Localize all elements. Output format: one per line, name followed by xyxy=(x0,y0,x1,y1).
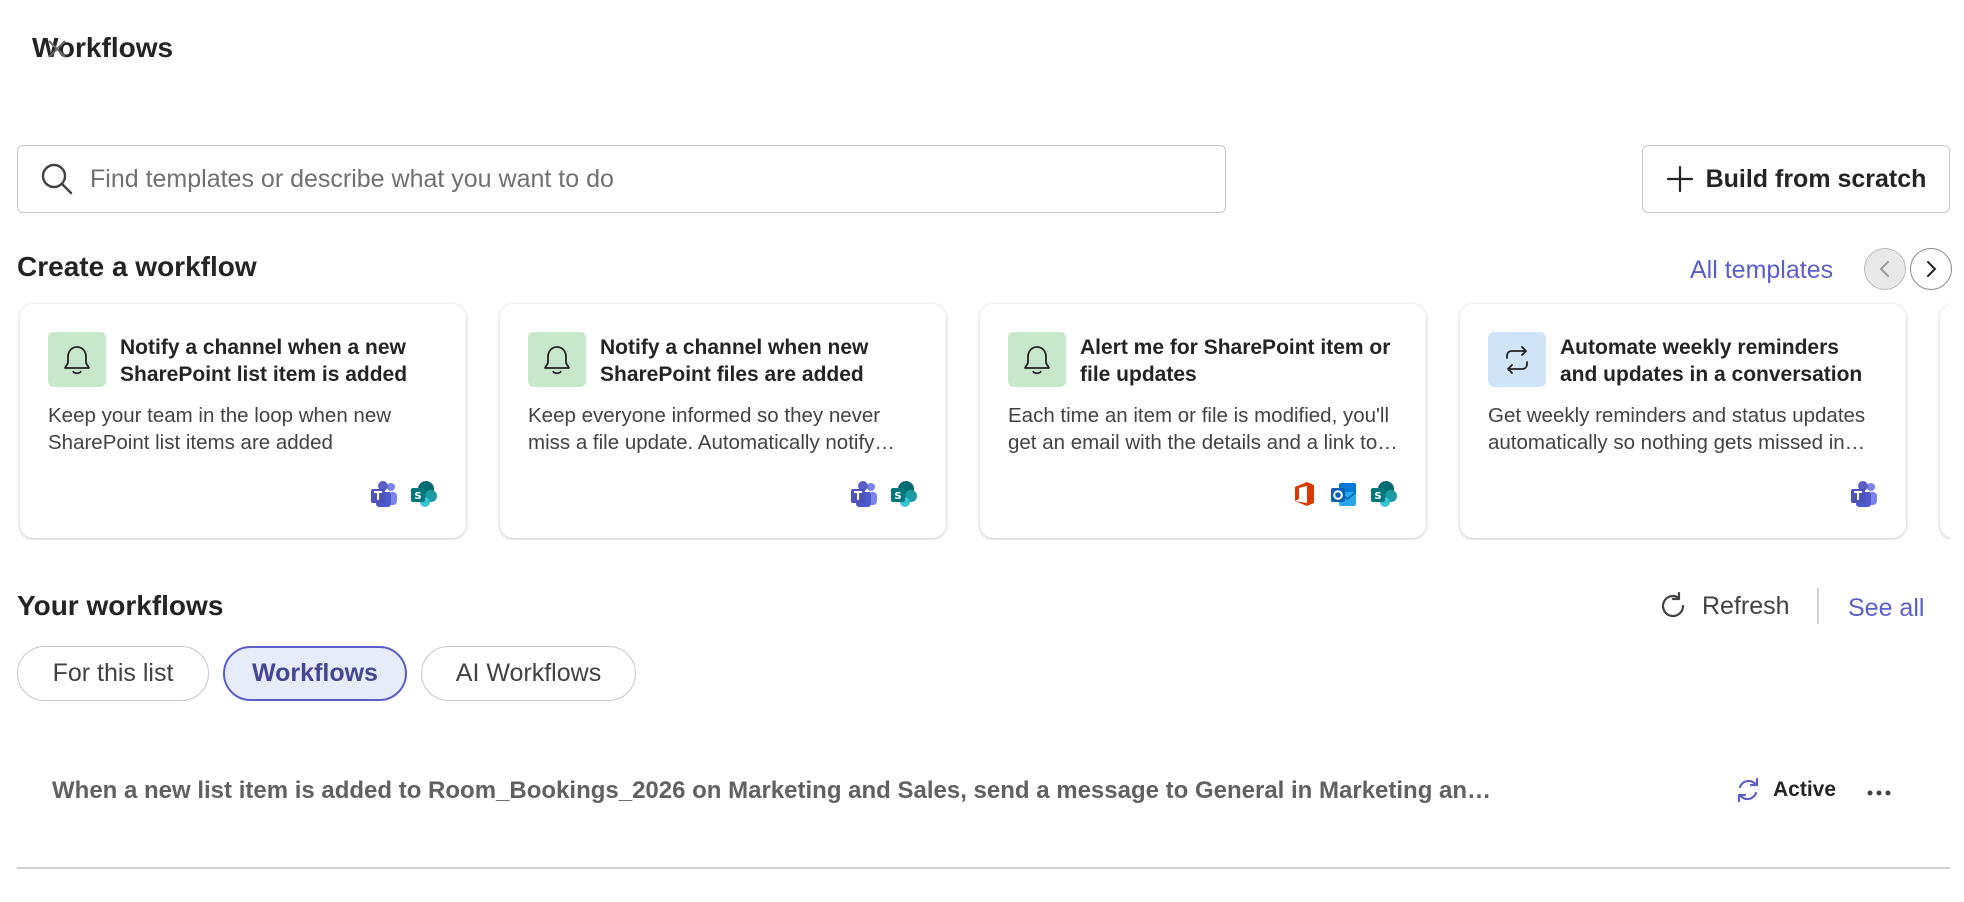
row-divider xyxy=(17,867,1950,869)
template-card[interactable] xyxy=(1940,304,1950,538)
create-workflow-title: Create a workflow xyxy=(17,251,257,282)
teams-icon xyxy=(370,480,398,508)
tab-ai-workflows[interactable]: AI Workflows xyxy=(421,646,636,701)
your-workflows-title: Your workflows xyxy=(17,590,224,621)
template-card-description: Keep your team in the loop when new Shar… xyxy=(48,404,392,454)
sharepoint-icon: S xyxy=(1370,480,1398,508)
template-card[interactable]: Notify a channel when a new SharePoint l… xyxy=(20,304,466,538)
tab-workflows[interactable]: Workflows xyxy=(223,646,407,701)
bell-icon xyxy=(528,332,586,387)
more-options-button[interactable] xyxy=(1866,776,1892,804)
workflow-row-title[interactable]: When a new list item is added to Room_Bo… xyxy=(52,777,1492,805)
bell-icon xyxy=(1008,332,1066,387)
sync-icon xyxy=(1737,777,1759,803)
template-card-description: Get weekly reminders and status updates … xyxy=(1488,404,1866,454)
all-templates-link[interactable]: All templates xyxy=(1690,256,1833,285)
teams-icon xyxy=(850,480,878,508)
carousel-prev-button[interactable] xyxy=(1864,248,1906,290)
svg-text:S: S xyxy=(1374,491,1381,502)
search-box[interactable] xyxy=(17,145,1226,213)
search-icon xyxy=(41,163,73,195)
sharepoint-icon: S xyxy=(890,480,918,508)
carousel-next-button[interactable] xyxy=(1910,248,1952,290)
bell-icon xyxy=(48,332,106,387)
sharepoint-icon: S xyxy=(410,480,438,508)
header-divider xyxy=(1817,588,1819,624)
refresh-label: Refresh xyxy=(1702,591,1790,620)
template-card-title: Notify a channel when new SharePoint fil… xyxy=(600,336,869,386)
refresh-icon xyxy=(1661,591,1685,618)
see-all-link[interactable]: See all xyxy=(1848,594,1924,623)
office-icon xyxy=(1290,480,1318,508)
template-card-title: Alert me for SharePoint item or file upd… xyxy=(1080,336,1391,386)
search-input[interactable] xyxy=(90,164,1190,194)
status-badge: Active xyxy=(1735,776,1836,804)
template-card-description: Keep everyone informed so they never mis… xyxy=(528,404,881,454)
teams-icon xyxy=(1850,480,1878,508)
more-icon xyxy=(1867,790,1891,796)
tab-for-this-list[interactable]: For this list xyxy=(17,646,209,701)
plus-icon xyxy=(1666,165,1693,193)
template-carousel: Notify a channel when a new SharePoint l… xyxy=(0,302,1950,540)
chevron-left-icon xyxy=(1879,261,1889,277)
template-card-title: Automate weekly reminders and updates in… xyxy=(1560,336,1863,386)
status-label: Active xyxy=(1773,778,1837,801)
template-card[interactable]: Notify a channel when new SharePoint fil… xyxy=(500,304,946,538)
repeat-icon xyxy=(1488,332,1546,387)
svg-text:S: S xyxy=(894,491,901,502)
chevron-right-icon xyxy=(1927,261,1937,277)
svg-text:S: S xyxy=(414,491,421,502)
build-from-scratch-button[interactable]: Build from scratch xyxy=(1642,145,1950,213)
close-icon[interactable] xyxy=(46,38,68,67)
template-card-title: Notify a channel when a new SharePoint l… xyxy=(120,336,408,386)
outlook-icon xyxy=(1330,480,1358,508)
template-card[interactable]: Automate weekly reminders and updates in… xyxy=(1460,304,1906,538)
refresh-button[interactable]: Refresh xyxy=(1658,591,1790,621)
template-card-description: Each time an item or file is modified, y… xyxy=(1008,404,1390,454)
build-from-scratch-label: Build from scratch xyxy=(1705,164,1927,193)
template-card[interactable]: Alert me for SharePoint item or file upd… xyxy=(980,304,1426,538)
